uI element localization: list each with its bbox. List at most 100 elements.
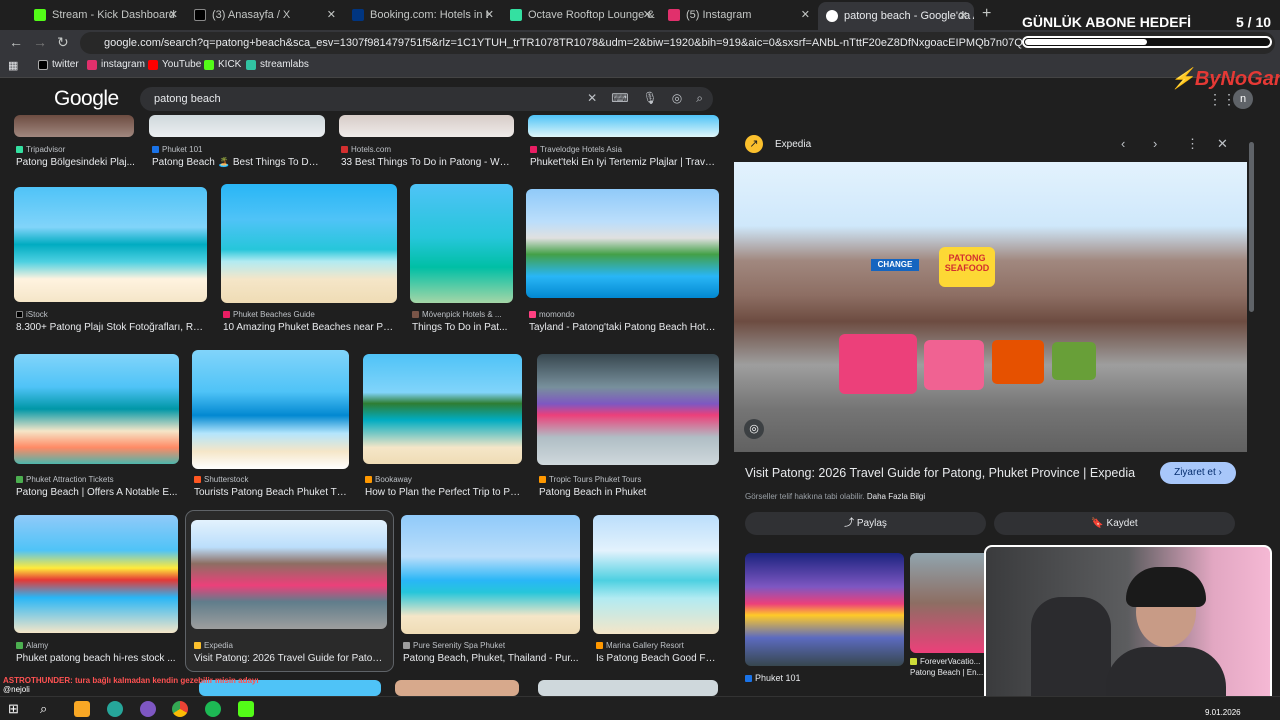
movenpick-icon xyxy=(412,311,419,318)
related-image[interactable] xyxy=(910,553,990,653)
search-icon[interactable]: ⌕ xyxy=(40,701,56,717)
app-icon[interactable] xyxy=(140,701,156,717)
result-title[interactable]: Phuket'teki En İyi Tertemiz Plajlar | Tr… xyxy=(530,157,719,168)
result-image[interactable] xyxy=(14,187,207,302)
share-button[interactable]: ⤴ Paylaş xyxy=(745,512,986,535)
close-icon[interactable]: ✕ xyxy=(327,8,336,21)
avatar[interactable]: n xyxy=(1233,89,1253,109)
result-image[interactable] xyxy=(593,515,719,634)
more-icon[interactable]: ⋮ xyxy=(1186,136,1199,152)
result-title[interactable]: Phuket patong beach hi-res stock ... xyxy=(16,653,178,664)
result-title[interactable]: 8.300+ Patong Plajı Stok Fotoğrafları, R… xyxy=(16,322,206,333)
result-image[interactable] xyxy=(14,515,178,633)
result-image[interactable] xyxy=(149,115,325,137)
reload-icon[interactable]: ↻ xyxy=(57,34,69,51)
result-title[interactable]: Patong Beach | Offers A Notable E... xyxy=(16,487,178,498)
prev-icon[interactable]: ‹ xyxy=(1121,136,1125,151)
result-title[interactable]: 10 Amazing Phuket Beaches near Pa... xyxy=(223,322,395,333)
result-title[interactable]: Things To Do in Pat... xyxy=(412,322,512,333)
clear-icon[interactable]: ✕ xyxy=(587,91,597,106)
result-image[interactable] xyxy=(14,115,134,137)
preview-image[interactable]: PATONG SEAFOOD CHANGE ◎ xyxy=(734,162,1247,452)
result-image[interactable] xyxy=(14,354,179,464)
result-image[interactable] xyxy=(395,680,519,696)
result-image[interactable] xyxy=(528,115,719,137)
preview-sign: CHANGE xyxy=(871,259,919,271)
result-title[interactable]: 33 Best Things To Do in Patong - Wh... xyxy=(341,157,513,168)
instagram-icon xyxy=(87,59,97,70)
search-icon[interactable]: ⌕ xyxy=(696,91,703,106)
app-icon[interactable] xyxy=(107,701,123,717)
preview-car xyxy=(992,340,1044,384)
result-title[interactable]: Tayland - Patong'taki Patong Beach Hotel… xyxy=(529,322,718,333)
lens-icon[interactable]: ◎ xyxy=(672,91,682,106)
learn-more-link[interactable]: Daha Fazla Bilgi xyxy=(867,492,925,501)
phuket101-icon xyxy=(152,146,159,153)
chrome-icon[interactable] xyxy=(172,701,188,717)
bookmark-youtube[interactable]: YouTube xyxy=(148,59,201,70)
forward-icon[interactable]: → xyxy=(33,34,47,50)
bookmark-kick[interactable]: KICK xyxy=(204,59,241,70)
file-explorer-icon[interactable] xyxy=(74,701,90,717)
tab-booking[interactable]: Booking.com: Hotels in Bangkok✕ xyxy=(344,4,500,26)
tropic-tours-icon xyxy=(539,476,546,483)
result-image[interactable] xyxy=(538,680,718,696)
bookmark-instagram[interactable]: instagram xyxy=(87,59,145,70)
google-logo[interactable]: Google xyxy=(54,87,119,111)
result-image[interactable] xyxy=(339,115,514,137)
result-title[interactable]: Patong Beach, Phuket, Thailand - Pur... xyxy=(403,653,579,664)
tab-x[interactable]: (3) Anasayfa / X ✕ xyxy=(186,4,342,26)
save-button[interactable]: 🔖 Kaydet xyxy=(994,512,1235,535)
back-icon[interactable]: ← xyxy=(9,34,23,50)
tab-google-search[interactable]: patong beach - Google'da Ara✕ xyxy=(818,2,974,30)
tab-instagram[interactable]: (5) Instagram ✕ xyxy=(660,4,816,26)
pure-serenity-icon xyxy=(403,642,410,649)
windows-icon[interactable]: ⊞ xyxy=(8,701,24,717)
result-image[interactable] xyxy=(221,184,397,303)
result-image[interactable] xyxy=(191,520,387,629)
google-apps-icon[interactable]: ⋮⋮ xyxy=(1208,91,1236,108)
keyboard-icon[interactable]: ⌨ xyxy=(611,91,628,106)
result-image[interactable] xyxy=(410,184,513,303)
result-image[interactable] xyxy=(401,515,580,634)
close-icon[interactable]: ✕ xyxy=(643,8,652,21)
result-title[interactable]: How to Plan the Perfect Trip to Pa... xyxy=(365,487,521,498)
close-icon[interactable]: ✕ xyxy=(485,8,494,21)
spotify-icon[interactable] xyxy=(205,701,221,717)
result-title[interactable]: Visit Patong: 2026 Travel Guide for Pato… xyxy=(194,653,386,664)
result-source: Expedia xyxy=(194,641,233,650)
close-icon[interactable]: ✕ xyxy=(1217,136,1228,152)
panel-source[interactable]: Expedia xyxy=(775,139,811,150)
shutterstock-icon xyxy=(194,476,201,483)
bookmark-twitter[interactable]: twitter xyxy=(38,59,79,70)
kick-icon[interactable] xyxy=(238,701,254,717)
tab-kick-dashboard[interactable]: Stream - Kick Dashboard ✕ xyxy=(26,4,184,26)
result-image[interactable] xyxy=(537,354,719,465)
apps-grid-icon[interactable]: ▦ xyxy=(8,59,18,72)
result-source: Tripadvisor xyxy=(16,145,65,154)
mic-icon[interactable]: 🎙 xyxy=(643,91,658,106)
result-image[interactable] xyxy=(192,350,349,469)
scrollbar[interactable] xyxy=(1249,142,1254,312)
result-title[interactable]: Patong Beach 🏝️ Best Things To Do,... xyxy=(152,157,324,168)
tab-octave[interactable]: Octave Rooftop Lounge & Bar,✕ xyxy=(502,4,658,26)
result-title[interactable]: Patong Beach in Phuket xyxy=(539,487,717,498)
new-tab-icon[interactable]: + xyxy=(982,5,991,23)
next-icon[interactable]: › xyxy=(1153,136,1157,151)
related-title[interactable]: Patong Beach | En... xyxy=(910,668,990,677)
result-title[interactable]: Is Patong Beach Good Fo... xyxy=(596,653,718,664)
panel-title[interactable]: Visit Patong: 2026 Travel Guide for Pato… xyxy=(745,466,1135,480)
lens-icon[interactable]: ◎ xyxy=(744,419,764,439)
bookmark-streamlabs[interactable]: streamlabs xyxy=(246,59,309,70)
related-image[interactable] xyxy=(745,553,904,666)
result-image[interactable] xyxy=(363,354,522,464)
result-image[interactable] xyxy=(526,189,719,298)
search-input[interactable]: patong beach ✕ ⌨ 🎙 ◎ ⌕ xyxy=(140,87,713,111)
result-title[interactable]: Tourists Patong Beach Phuket Th... xyxy=(194,487,348,498)
taskbar: ⊞ ⌕ 9.01.2026 xyxy=(0,696,1280,720)
close-icon[interactable]: ✕ xyxy=(801,8,810,21)
result-title[interactable]: Patong Bölgesindeki Plaj... xyxy=(16,157,136,168)
visit-button[interactable]: Ziyaret et › xyxy=(1160,462,1236,484)
close-icon[interactable]: ✕ xyxy=(959,9,968,22)
close-icon[interactable]: ✕ xyxy=(169,8,178,21)
